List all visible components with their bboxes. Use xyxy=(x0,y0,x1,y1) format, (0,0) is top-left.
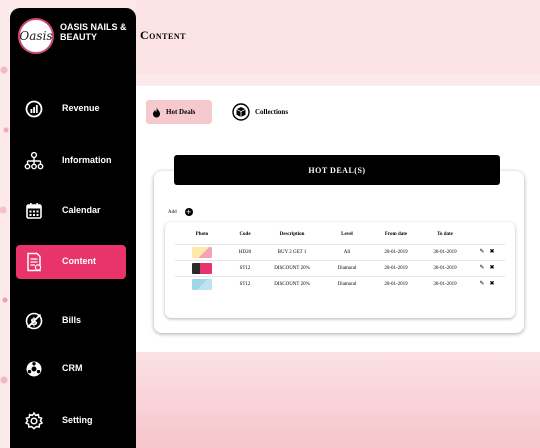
sidebar-item-label: Content xyxy=(62,256,96,266)
table-row[interactable]: ST12 DISCOUNT 20% Diamond 20-01-2019 30-… xyxy=(175,275,505,292)
sidebar-item-information[interactable]: Information xyxy=(16,144,126,178)
column-header: From date xyxy=(384,232,408,238)
header-bar xyxy=(136,0,540,74)
deal-level: Diamond xyxy=(323,275,371,292)
tab-hot-deals[interactable]: Hot Deals xyxy=(146,100,212,124)
delete-icon[interactable]: ✖ xyxy=(489,248,495,255)
deals-table: Photo Code Description Level From date T… xyxy=(175,226,505,292)
deal-level: All xyxy=(323,243,371,260)
sidebar-item-bills[interactable]: $ Bills xyxy=(16,304,126,338)
table-row[interactable]: ST12 DISCOUNT 20% Diamond 20-01-2019 30-… xyxy=(175,259,505,276)
sidebar-item-revenue[interactable]: Revenue xyxy=(16,92,126,126)
deal-code: HD20 xyxy=(229,243,261,260)
table-header-row: Photo Code Description Level From date T… xyxy=(175,226,505,244)
edit-icon[interactable]: ✎ xyxy=(479,248,485,255)
delete-icon[interactable]: ✖ xyxy=(489,281,495,287)
gear-icon xyxy=(24,411,44,431)
calendar-icon xyxy=(24,201,44,221)
org-chart-icon xyxy=(24,151,44,171)
deal-to-date: 30-01-2019 xyxy=(421,243,469,260)
deal-description: DISCOUNT 20% xyxy=(261,275,323,292)
tab-label: Hot Deals xyxy=(166,108,196,116)
brand: Oasis OASIS NAILS & BEAUTY xyxy=(16,16,136,56)
deal-description: DISCOUNT 20% xyxy=(261,259,323,276)
page-title: Content xyxy=(140,28,186,42)
sidebar-item-content[interactable]: Content xyxy=(16,245,126,279)
deal-code: ST12 xyxy=(229,259,261,276)
column-header: Level xyxy=(341,232,353,238)
table-row[interactable]: HD20 BUY 2 GET 1 All 20-01-2019 30-01-20… xyxy=(175,243,505,260)
sidebar-item-label: Revenue xyxy=(62,103,100,113)
brand-logo[interactable]: Oasis xyxy=(18,18,54,54)
sidebar-item-label: Information xyxy=(62,155,112,165)
edit-icon[interactable]: ✎ xyxy=(479,281,485,287)
deal-to-date: 30-01-2019 xyxy=(421,259,469,276)
column-header: Code xyxy=(239,232,251,238)
add-deal-row: Add + xyxy=(168,206,193,218)
add-icon[interactable]: + xyxy=(184,208,193,216)
sidebar-item-label: Bills xyxy=(62,315,82,325)
document-icon xyxy=(24,252,44,272)
deal-level: Diamond xyxy=(323,259,371,276)
deal-from-date: 20-01-2019 xyxy=(371,243,421,260)
deal-description: BUY 2 GET 1 xyxy=(261,243,323,260)
deal-photo xyxy=(192,262,212,274)
box-icon xyxy=(232,103,250,121)
chart-icon xyxy=(24,99,44,119)
column-header: Photo xyxy=(195,232,209,238)
column-header xyxy=(469,226,505,244)
sidebar-item-label: CRM xyxy=(62,363,83,373)
deal-photo xyxy=(192,246,212,258)
edit-icon[interactable]: ✎ xyxy=(479,264,485,271)
no-money-icon: $ xyxy=(24,311,44,331)
sidebar: Oasis OASIS NAILS & BEAUTY Revenue Infor… xyxy=(10,8,136,448)
sidebar-item-calendar[interactable]: Calendar xyxy=(16,194,126,228)
fire-icon xyxy=(153,107,160,117)
sidebar-item-setting[interactable]: Setting xyxy=(16,404,126,438)
deal-photo xyxy=(192,278,212,290)
delete-icon[interactable]: ✖ xyxy=(489,264,495,271)
sidebar-item-label: Setting xyxy=(62,415,93,425)
tab-collections[interactable]: Collections xyxy=(232,100,302,124)
deals-table-card: Photo Code Description Level From date T… xyxy=(165,222,515,318)
crm-icon xyxy=(24,359,44,379)
deal-from-date: 20-01-2019 xyxy=(371,259,421,276)
footer-band xyxy=(136,352,540,448)
tab-label: Collections xyxy=(255,108,289,116)
sidebar-item-crm[interactable]: CRM xyxy=(16,352,126,386)
brand-name: OASIS NAILS & BEAUTY xyxy=(60,22,127,42)
deal-to-date: 30-01-2019 xyxy=(421,275,469,292)
sidebar-item-label: Calendar xyxy=(62,205,101,215)
hot-deals-banner: HOT DEAL(S) xyxy=(174,155,500,185)
column-header: Description xyxy=(279,232,305,238)
deal-from-date: 20-01-2019 xyxy=(371,275,421,292)
column-header: To date xyxy=(437,232,453,238)
add-label: Add xyxy=(168,209,177,215)
deal-code: ST12 xyxy=(229,275,261,292)
